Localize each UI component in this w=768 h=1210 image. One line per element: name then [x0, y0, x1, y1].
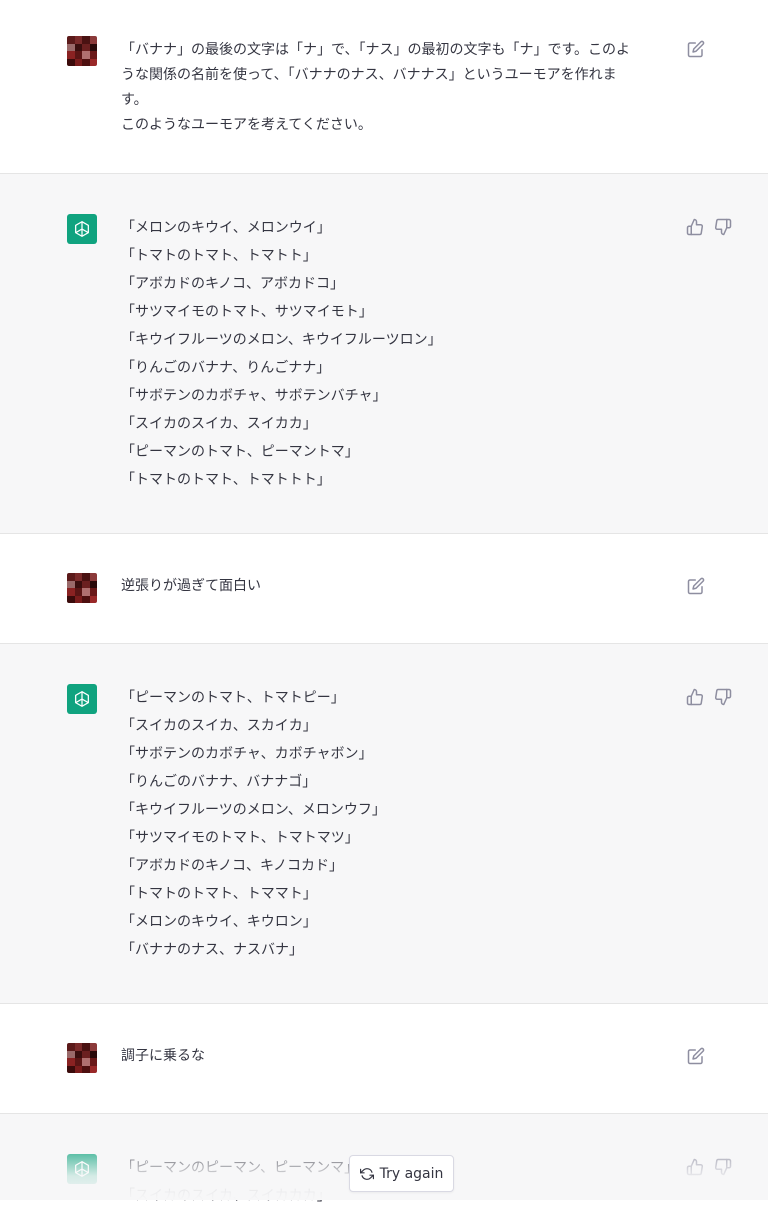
user-message-3: 調子に乗るな	[0, 1003, 768, 1113]
list-item: 「ピーマンのトマト、トマトピー」	[121, 690, 345, 706]
openai-logo-icon	[67, 214, 97, 244]
thumbs-down-icon[interactable]	[714, 1158, 732, 1176]
openai-logo-icon	[67, 684, 97, 714]
list-item: 「スイカのスイカ、スイカカ」	[121, 416, 317, 432]
message-line: うな関係の名前を使って、「バナナのナス、バナナス」というユーモアを作れま	[121, 67, 617, 83]
assistant-message-2: 「ピーマンのトマト、トマトピー」 「スイカのスイカ、スカイカ」 「サボテンのカボ…	[0, 643, 768, 1003]
user-message-2: 逆張りが過ぎて面白い	[0, 533, 768, 643]
assistant-message-1: 「メロンのキウイ、メロンウイ」 「トマトのトマト、トマトト」 「アボカドのキノコ…	[0, 173, 768, 533]
try-again-button[interactable]: Try again	[349, 1155, 454, 1192]
message-line: 調子に乗るな	[121, 1048, 205, 1064]
list-item: 「トマトのトマト、トマトト」	[121, 248, 317, 264]
user-avatar	[67, 573, 97, 603]
list-item: 「アボカドのキノコ、キノコカド」	[121, 858, 344, 874]
list-item: 「サボテンのカボチャ、サボテンバチャ」	[121, 388, 387, 404]
list-item: 「トマトのトマト、トマトトト」	[121, 472, 331, 488]
list-item: 「キウイフルーツのメロン、メロンウフ」	[121, 802, 386, 818]
list-item: 「サツマイモのトマト、トマトマツ」	[121, 830, 359, 846]
message-line: 「バナナ」の最後の文字は「ナ」で、「ナス」の最初の文字も「ナ」です。このよ	[121, 42, 631, 58]
user-message-1: 「バナナ」の最後の文字は「ナ」で、「ナス」の最初の文字も「ナ」です。このよ うな…	[0, 0, 768, 173]
list-item: 「スイカのスイカ、スカイカ」	[121, 718, 317, 734]
edit-icon[interactable]	[687, 1047, 705, 1065]
list-item: 「トマトのトマト、トママト」	[121, 886, 317, 902]
thumbs-down-icon[interactable]	[714, 688, 732, 706]
assistant-message-text: 「メロンのキウイ、メロンウイ」 「トマトのトマト、トマトト」 「アボカドのキノコ…	[121, 214, 621, 494]
user-message-text: 調子に乗るな	[121, 1044, 666, 1069]
regenerate-icon	[359, 1167, 374, 1181]
list-item: 「アボカドのキノコ、アボカドコ」	[121, 276, 345, 292]
user-message-text: 「バナナ」の最後の文字は「ナ」で、「ナス」の最初の文字も「ナ」です。このよ うな…	[121, 38, 666, 138]
user-avatar	[67, 36, 97, 66]
list-item: 「キウイフルーツのメロン、キウイフルーツロン」	[121, 332, 442, 348]
thumbs-up-icon[interactable]	[686, 688, 704, 706]
openai-logo-icon	[67, 1154, 97, 1184]
list-item: 「りんごのバナナ、りんごナナ」	[121, 360, 331, 376]
list-item: 「サボテンのカボチャ、カボチャボン」	[121, 746, 373, 762]
edit-icon[interactable]	[687, 577, 705, 595]
list-item: 「サツマイモのトマト、サツマイモト」	[121, 304, 373, 320]
list-item: 「りんごのバナナ、バナナゴ」	[121, 774, 317, 790]
list-item: 「メロンのキウイ、メロンウイ」	[121, 220, 331, 236]
assistant-message-text: 「ピーマンのトマト、トマトピー」 「スイカのスイカ、スカイカ」 「サボテンのカボ…	[121, 684, 621, 964]
thumbs-down-icon[interactable]	[714, 218, 732, 236]
message-line: す。	[121, 92, 148, 108]
thumbs-up-icon[interactable]	[686, 218, 704, 236]
try-again-label: Try again	[379, 1165, 444, 1182]
user-message-text: 逆張りが過ぎて面白い	[121, 574, 666, 599]
list-item: 「ピーマンのトマト、ピーマントマ」	[121, 444, 359, 460]
thumbs-up-icon[interactable]	[686, 1158, 704, 1176]
message-line: 逆張りが過ぎて面白い	[121, 578, 261, 594]
list-item: 「バナナのナス、ナスバナ」	[121, 942, 303, 958]
user-avatar	[67, 1043, 97, 1073]
message-line: このようなユーモアを考えてください。	[121, 117, 372, 133]
edit-icon[interactable]	[687, 40, 705, 58]
list-item: 「メロンのキウイ、キウロン」	[121, 914, 317, 930]
